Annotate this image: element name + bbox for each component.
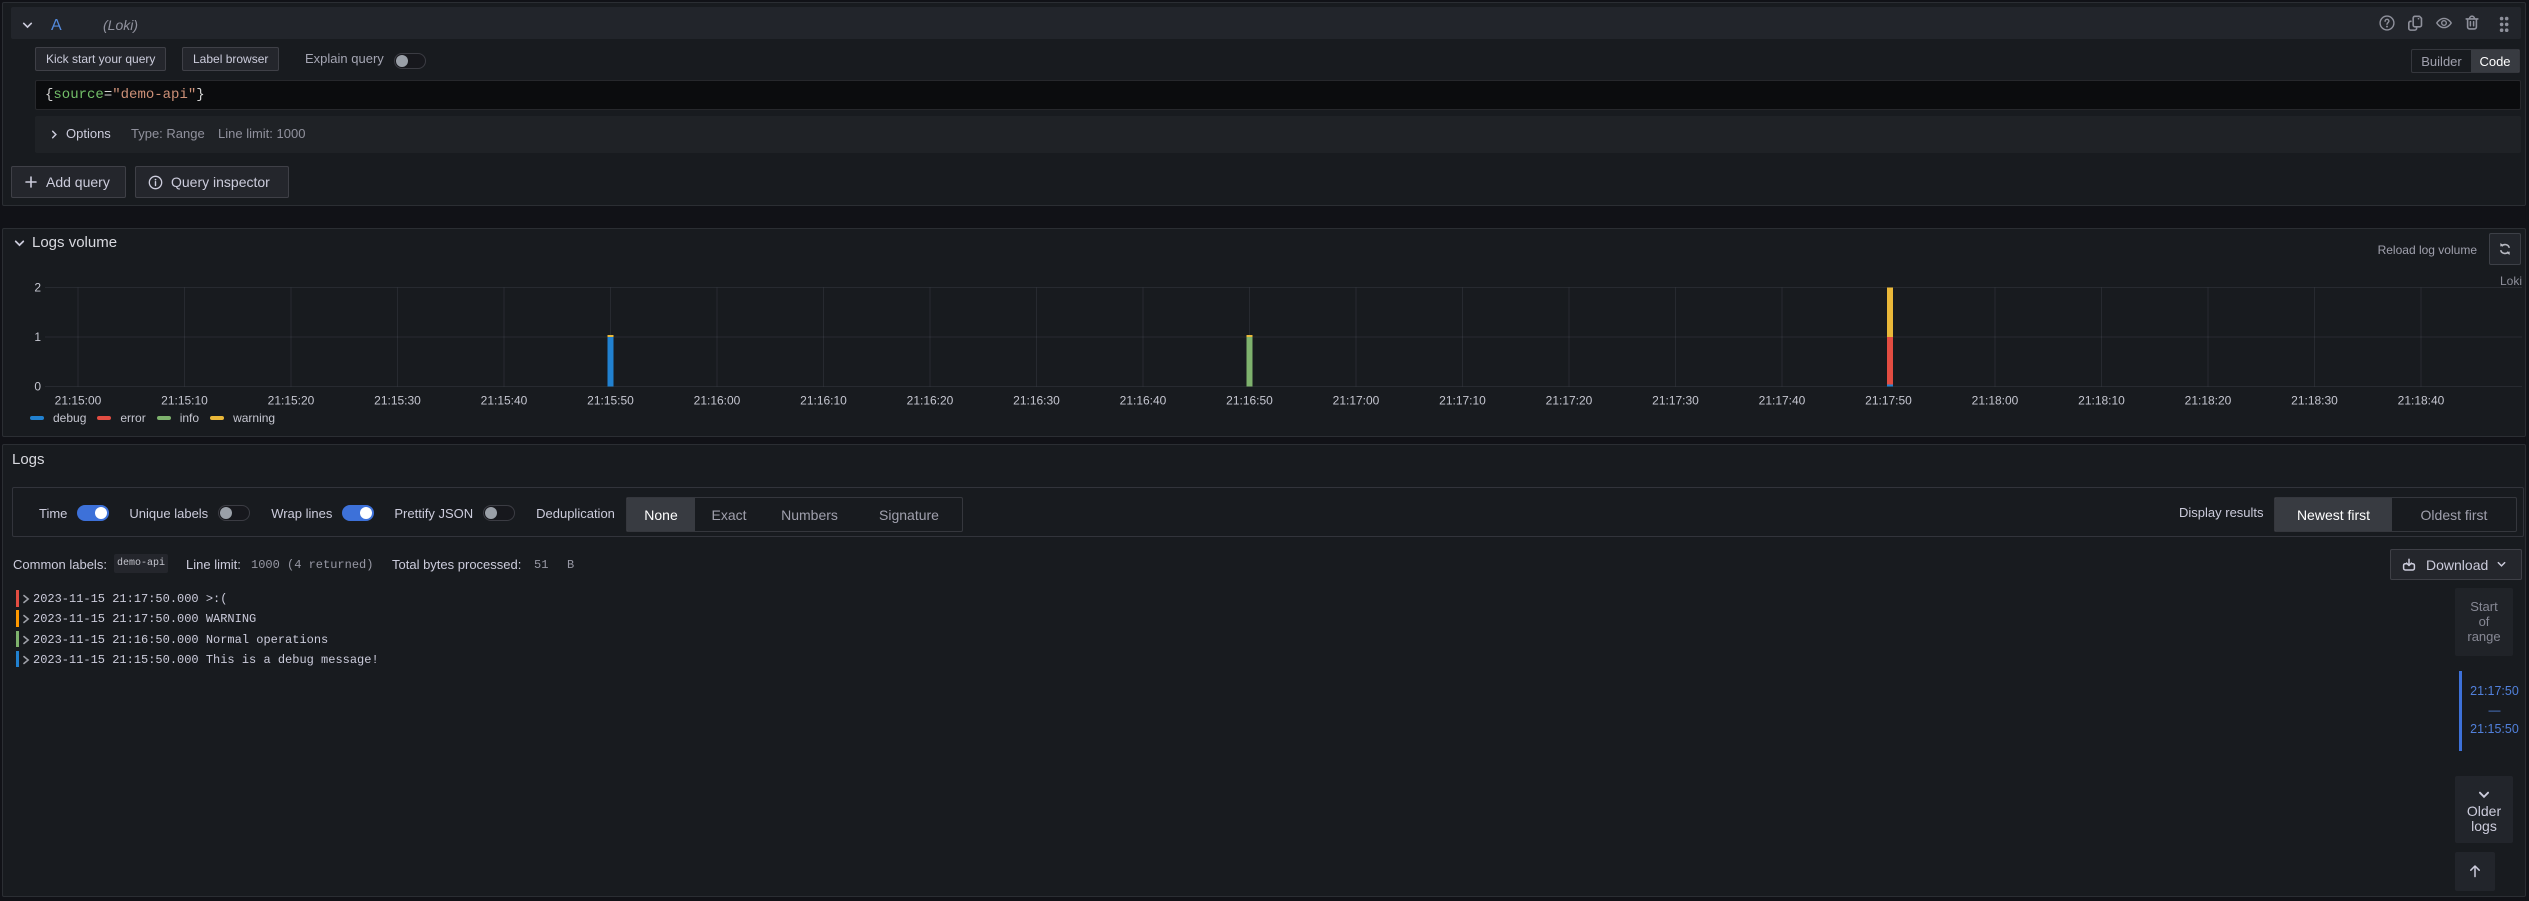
svg-text:21:15:50: 21:15:50: [587, 394, 634, 408]
svg-text:21:15:00: 21:15:00: [55, 394, 102, 408]
svg-text:21:16:30: 21:16:30: [1013, 394, 1060, 408]
svg-text:21:18:10: 21:18:10: [2078, 394, 2125, 408]
svg-text:21:15:30: 21:15:30: [374, 394, 421, 408]
svg-text:21:18:30: 21:18:30: [2291, 394, 2338, 408]
svg-text:1: 1: [34, 330, 41, 344]
svg-text:21:16:40: 21:16:40: [1120, 394, 1167, 408]
svg-text:21:17:30: 21:17:30: [1652, 394, 1699, 408]
svg-text:0: 0: [34, 380, 41, 394]
svg-text:21:16:20: 21:16:20: [907, 394, 954, 408]
svg-text:21:17:20: 21:17:20: [1546, 394, 1593, 408]
svg-text:21:16:10: 21:16:10: [800, 394, 847, 408]
svg-text:2: 2: [34, 281, 41, 295]
svg-text:21:16:50: 21:16:50: [1226, 394, 1273, 408]
svg-text:21:17:10: 21:17:10: [1439, 394, 1486, 408]
svg-text:21:17:00: 21:17:00: [1333, 394, 1380, 408]
svg-text:21:17:50: 21:17:50: [1865, 394, 1912, 408]
svg-text:21:18:20: 21:18:20: [2185, 394, 2232, 408]
svg-text:21:15:40: 21:15:40: [481, 394, 528, 408]
svg-text:21:18:40: 21:18:40: [2398, 394, 2445, 408]
svg-text:21:18:00: 21:18:00: [1972, 394, 2019, 408]
svg-text:21:15:10: 21:15:10: [161, 394, 208, 408]
svg-text:21:15:20: 21:15:20: [268, 394, 315, 408]
svg-text:21:17:40: 21:17:40: [1759, 394, 1806, 408]
svg-text:21:16:00: 21:16:00: [694, 394, 741, 408]
